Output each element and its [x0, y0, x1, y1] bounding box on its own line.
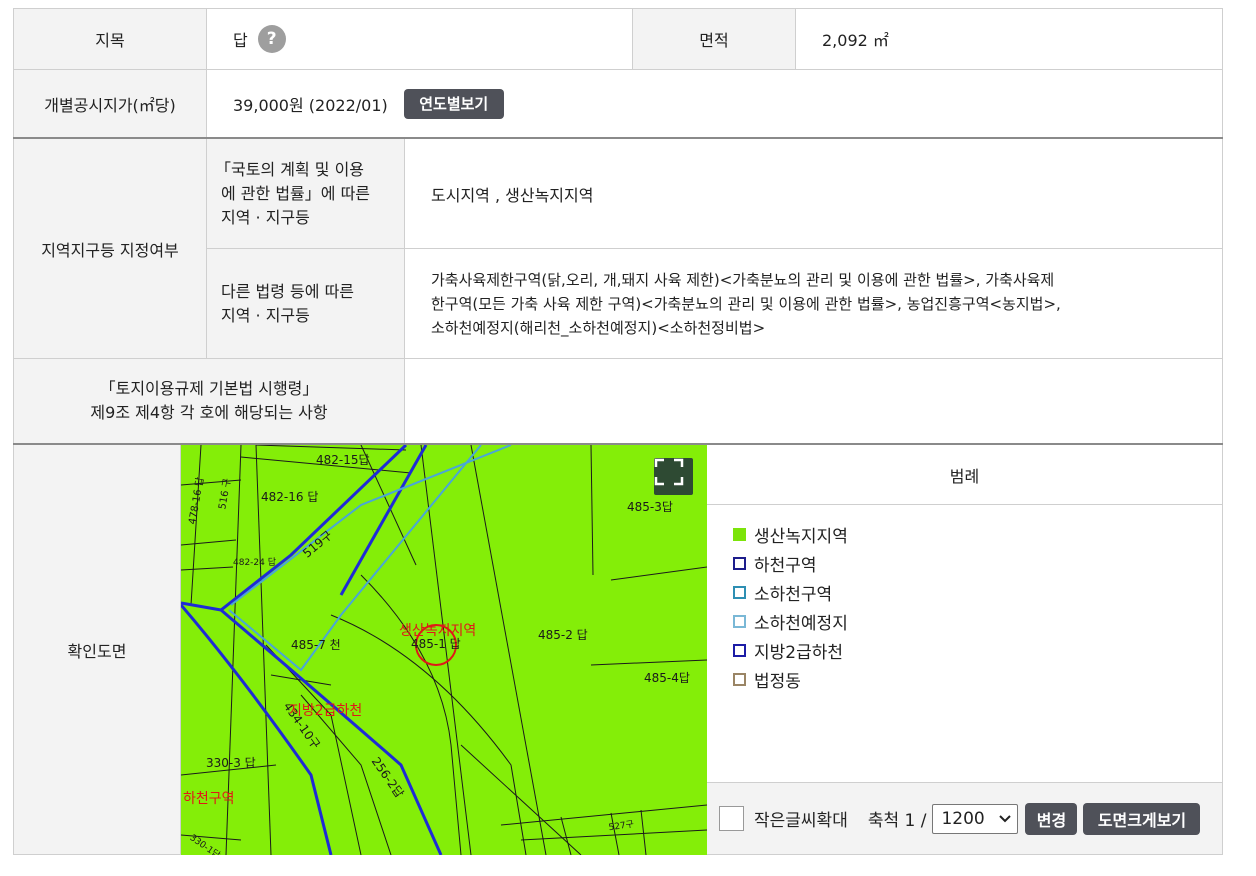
zone-sub2-value-line1: 가축사육제한구역(닭,오리, 개,돼지 사육 제한)<가축분뇨의 관리 및 이용… [431, 270, 1055, 289]
legend-item: 하천구역 [733, 549, 1222, 578]
legend-item-label: 지방2급하천 [754, 643, 844, 663]
map-label: 확인도면 [13, 445, 181, 855]
legend-item-label: 소하천구역 [754, 585, 833, 605]
legend-panel: 범례 생산녹지지역 하천구역 소하천구역 소하천예정지 지방2급하천 법정동 작… [707, 445, 1223, 855]
parcel-label-330-1: 330-1답 [188, 831, 223, 855]
parcel-label-482-24: 482-24 답 [233, 556, 276, 568]
map-drawing: 482-15답 482-16 답 478-16 답 516 구 519구 482… [181, 445, 707, 855]
zone-sub2-value-line3: 소하천예정지(해리천_소하천예정지)<소하천정비법> [431, 318, 766, 337]
land-map[interactable]: 482-15답 482-16 답 478-16 답 516 구 519구 482… [181, 445, 707, 855]
scale-label: 축척 1 / [867, 811, 927, 831]
rule-value [405, 359, 1223, 444]
legend-swatch [733, 615, 746, 628]
parcel-label-330-3: 330-3 답 [206, 756, 256, 770]
legend-swatch [733, 557, 746, 570]
rule-label: 「토지이용규제 기본법 시행령」 제9조 제4항 각 호에 해당되는 사항 [13, 359, 405, 444]
parcel-label-527: 527구 [608, 819, 635, 833]
zone-label-green: 생산녹지지역 [399, 623, 476, 639]
legend-swatch [733, 586, 746, 599]
parcel-label-516: 516 구 [217, 478, 233, 511]
change-scale-button[interactable]: 변경 [1025, 802, 1078, 835]
zone-sub1-value: 도시지역 , 생산녹지지역 [405, 139, 1223, 249]
scale-select[interactable]: 1200 [932, 803, 1019, 834]
help-icon[interactable]: ? [257, 25, 286, 53]
parcel-label-485-3: 485-3답 [627, 500, 673, 514]
area-value: 2,092 ㎡ [796, 8, 1223, 70]
zone-sub2-label-line2: 지역 · 지구등 [221, 305, 310, 325]
parcel-label-478-16: 478-16 답 [186, 476, 206, 525]
zone-label-river: 하천구역 [183, 791, 235, 807]
rule-label-line1: 「토지이용규제 기본법 시행령」 [99, 379, 319, 398]
zone-sub1-label-line2: 에 관한 법률」에 따른 [221, 183, 371, 203]
parcel-label-485-4: 485-4답 [644, 671, 690, 685]
small-text-label: 작은글씨확대 [754, 811, 848, 831]
price-value-cell: 39,000원 (2022/01) 연도별보기 [207, 70, 1223, 138]
parcel-label-485-7: 485-7 천 [291, 637, 341, 652]
legend-list: 생산녹지지역 하천구역 소하천구역 소하천예정지 지방2급하천 법정동 [707, 505, 1222, 694]
legend-item: 소하천구역 [733, 578, 1222, 607]
zone-sub2-value-line2: 한구역(모든 가축 사육 제한 구역)<가축분뇨의 관리 및 이용에 관한 법률… [431, 294, 1061, 313]
zone-sub1-label: 「국토의 계획 및 이용 에 관한 법률」에 따른 지역 · 지구등 [207, 139, 405, 249]
parcel-label-256-2: 256-2답 [369, 755, 407, 801]
legend-item: 생산녹지지역 [733, 520, 1222, 549]
yearly-view-button[interactable]: 연도별보기 [403, 88, 504, 119]
zone-sub2-value: 가축사육제한구역(닭,오리, 개,돼지 사육 제한)<가축분뇨의 관리 및 이용… [405, 249, 1223, 359]
zone-label-river2: 지방2급하천 [289, 703, 362, 719]
land-info-table: 지목 답 ? 면적 2,092 ㎡ 개별공시지가(㎡당) 39,000원 (20… [13, 0, 1223, 855]
legend-item: 법정동 [733, 665, 1222, 694]
large-map-view-button[interactable]: 도면크게보기 [1083, 802, 1201, 835]
zone-sub2-label-line1: 다른 법령 등에 따른 [221, 281, 355, 301]
rule-label-line2: 제9조 제4항 각 호에 해당되는 사항 [90, 403, 328, 422]
legend-item-label: 법정동 [754, 672, 801, 692]
legend-item-label: 하천구역 [754, 556, 817, 576]
zone-label: 지역지구등 지정여부 [13, 139, 207, 359]
legend-swatch [733, 673, 746, 686]
area-label: 면적 [633, 8, 796, 70]
legend-item-label: 생산녹지지역 [754, 527, 848, 547]
legend-item-label: 소하천예정지 [754, 614, 848, 634]
fullscreen-icon[interactable] [654, 458, 693, 495]
jimok-value: 답 [233, 31, 248, 50]
zone-sub1-label-line1: 「국토의 계획 및 이용 [215, 159, 365, 179]
legend-item: 소하천예정지 [733, 607, 1222, 636]
price-value: 39,000원 (2022/01) [233, 95, 388, 115]
legend-item: 지방2급하천 [733, 636, 1222, 665]
jimok-label: 지목 [13, 8, 207, 70]
parcel-label-485-1: 485-1 답 [411, 637, 461, 651]
zone-sub1-label-line3: 지역 · 지구등 [221, 207, 310, 227]
parcel-label-485-2: 485-2 답 [538, 628, 588, 642]
jimok-value-cell: 답 ? [207, 8, 633, 70]
legend-swatch [733, 528, 746, 541]
parcel-label-482-15: 482-15답 [316, 453, 370, 467]
fullscreen-glyph [654, 458, 684, 486]
chevron-down-icon [999, 814, 1012, 823]
parcel-label-519: 519구 [300, 528, 335, 561]
parcel-label-482-16: 482-16 답 [261, 490, 318, 504]
scale-select-value: 1200 [941, 808, 985, 829]
small-text-checkbox[interactable] [719, 806, 744, 831]
zone-sub2-label: 다른 법령 등에 따른 지역 · 지구등 [207, 249, 405, 359]
legend-swatch [733, 644, 746, 657]
price-label: 개별공시지가(㎡당) [13, 70, 207, 138]
map-controls: 작은글씨확대 축척 1 / 1200 변경 도면크게보기 [707, 782, 1222, 854]
legend-title: 범례 [707, 445, 1222, 505]
